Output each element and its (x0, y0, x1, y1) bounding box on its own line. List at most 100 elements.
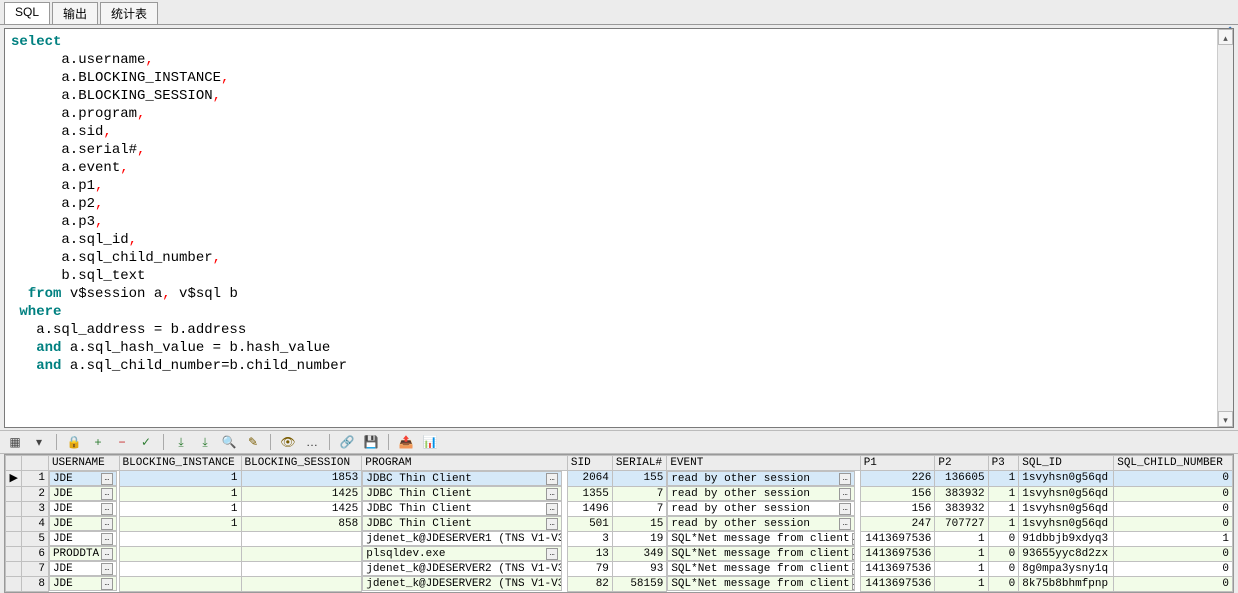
cell-p1[interactable]: 156 (860, 486, 935, 501)
ellipsis-button[interactable]: … (546, 548, 558, 560)
cell-bsess[interactable]: 1853 (241, 471, 362, 487)
cell-child[interactable]: 0 (1114, 471, 1233, 487)
dropdown-icon[interactable]: ▾ (30, 433, 48, 451)
cell-p1[interactable]: 247 (860, 516, 935, 531)
cell-event[interactable]: read by other session… (667, 471, 855, 486)
cell-bsess[interactable]: 1425 (241, 486, 362, 501)
cell-username[interactable]: JDE… (49, 516, 117, 531)
cell-p3[interactable]: 1 (988, 516, 1019, 531)
cell-program[interactable]: jdenet_k@JDESERVER2 (TNS V1-V3)… (362, 576, 562, 591)
cell-program[interactable]: jdenet_k@JDESERVER1 (TNS V1-V3)… (362, 531, 562, 546)
ellipsis-button[interactable]: … (101, 563, 113, 575)
tab-sql[interactable]: SQL (4, 2, 50, 24)
cell-sid[interactable]: 501 (567, 516, 612, 531)
save-icon[interactable]: 💾 (362, 433, 380, 451)
column-header-sqlid[interactable]: SQL_ID (1019, 456, 1114, 471)
cell-program[interactable]: JDBC Thin Client… (362, 501, 562, 516)
find-icon[interactable]: 🔍 (220, 433, 238, 451)
cell-p2[interactable]: 1 (935, 561, 988, 576)
cell-username[interactable]: JDE… (49, 561, 117, 576)
cell-p3[interactable]: 1 (988, 501, 1019, 516)
edit-icon[interactable]: ✎ (244, 433, 262, 451)
ellipsis-button[interactable]: … (101, 548, 113, 560)
ellipsis-button[interactable]: … (852, 578, 856, 590)
table-row[interactable]: 3JDE…11425JDBC Thin Client…14967read by … (6, 501, 1233, 516)
cell-sqlid[interactable]: 1svyhsn0g56qd (1019, 501, 1114, 516)
cell-sqlid[interactable]: 8g0mpa3ysny1q (1019, 561, 1114, 576)
grid-options[interactable]: ▦ (6, 433, 24, 451)
ellipsis-button[interactable]: … (101, 533, 113, 545)
cell-serial[interactable]: 93 (612, 561, 666, 576)
table-row[interactable]: 4JDE…1858JDBC Thin Client…50115read by o… (6, 516, 1233, 531)
cell-p3[interactable]: 0 (988, 531, 1019, 546)
cell-p1[interactable]: 1413697536 (860, 531, 935, 546)
cell-child[interactable]: 0 (1114, 561, 1233, 576)
row-indicator[interactable] (6, 501, 22, 516)
tab-stats[interactable]: 统计表 (100, 2, 158, 24)
column-header-p2[interactable]: P2 (935, 456, 988, 471)
cell-event[interactable]: read by other session… (667, 501, 855, 516)
view-icon[interactable]: 👁 (279, 433, 297, 451)
minus-icon[interactable]: − (113, 433, 131, 451)
column-header-child[interactable]: SQL_CHILD_NUMBER (1114, 456, 1233, 471)
table-row[interactable]: ▶1JDE…11853JDBC Thin Client…2064155read … (6, 471, 1233, 487)
cell-event[interactable]: read by other session… (667, 516, 855, 531)
chart-icon[interactable]: 📊 (421, 433, 439, 451)
run-all-icon[interactable]: ⤓ (196, 433, 214, 451)
cell-child[interactable]: 1 (1114, 531, 1233, 546)
ellipsis-button[interactable]: … (101, 488, 113, 500)
more-icon[interactable]: … (303, 433, 321, 451)
ellipsis-button[interactable]: … (839, 488, 851, 500)
cell-p2[interactable]: 1 (935, 531, 988, 546)
row-indicator[interactable] (6, 516, 22, 531)
cell-sqlid[interactable]: 91dbbjb9xdyq3 (1019, 531, 1114, 546)
cell-event[interactable]: SQL*Net message from client… (667, 531, 855, 546)
cell-serial[interactable]: 155 (612, 471, 666, 487)
cell-p2[interactable]: 383932 (935, 501, 988, 516)
tab-output[interactable]: 输出 (52, 2, 98, 24)
cell-event[interactable]: read by other session… (667, 486, 855, 501)
cell-child[interactable]: 0 (1114, 501, 1233, 516)
editor-scrollbar[interactable]: ▴ ▾ (1217, 29, 1233, 427)
ellipsis-button[interactable]: … (852, 563, 856, 575)
cell-p3[interactable]: 0 (988, 561, 1019, 576)
ellipsis-button[interactable]: … (839, 518, 851, 530)
cell-sid[interactable]: 82 (567, 576, 612, 591)
ellipsis-button[interactable]: … (852, 533, 856, 545)
cell-program[interactable]: JDBC Thin Client… (362, 486, 562, 501)
cell-p2[interactable]: 1 (935, 576, 988, 591)
column-header-p1[interactable]: P1 (860, 456, 935, 471)
cell-binst[interactable]: 1 (119, 501, 241, 516)
cell-binst[interactable]: 1 (119, 516, 241, 531)
ellipsis-button[interactable]: … (101, 503, 113, 515)
ellipsis-button[interactable]: … (852, 548, 856, 560)
cell-bsess[interactable] (241, 576, 362, 591)
sql-editor[interactable]: select a.username, a.BLOCKING_INSTANCE, … (5, 29, 1217, 427)
cell-serial[interactable]: 7 (612, 486, 666, 501)
cell-sqlid[interactable]: 1svyhsn0g56qd (1019, 516, 1114, 531)
cell-binst[interactable] (119, 561, 241, 576)
cell-username[interactable]: JDE… (49, 531, 117, 546)
column-header-p3[interactable]: P3 (988, 456, 1019, 471)
column-header-serial[interactable]: SERIAL# (612, 456, 666, 471)
cell-event[interactable]: SQL*Net message from client… (667, 561, 855, 576)
cell-binst[interactable]: 1 (119, 486, 241, 501)
cell-sqlid[interactable]: 1svyhsn0g56qd (1019, 471, 1114, 487)
export-icon[interactable]: 📤 (397, 433, 415, 451)
run-icon[interactable]: ⤓ (172, 433, 190, 451)
cell-sqlid[interactable]: 8k75b8bhmfpnp (1019, 576, 1114, 591)
cell-child[interactable]: 0 (1114, 576, 1233, 591)
ellipsis-button[interactable]: … (101, 518, 113, 530)
table-row[interactable]: 2JDE…11425JDBC Thin Client…13557read by … (6, 486, 1233, 501)
column-header-username[interactable]: USERNAME (48, 456, 119, 471)
lock-icon[interactable]: 🔒 (65, 433, 83, 451)
cell-username[interactable]: JDE… (49, 471, 117, 486)
cell-program[interactable]: jdenet_k@JDESERVER2 (TNS V1-V3)… (362, 561, 562, 576)
ellipsis-button[interactable]: … (101, 578, 113, 590)
row-indicator[interactable] (6, 486, 22, 501)
ellipsis-button[interactable]: … (839, 503, 851, 515)
plus-icon[interactable]: + (89, 433, 107, 451)
cell-serial[interactable]: 7 (612, 501, 666, 516)
cell-sid[interactable]: 3 (567, 531, 612, 546)
row-indicator[interactable] (6, 531, 22, 546)
